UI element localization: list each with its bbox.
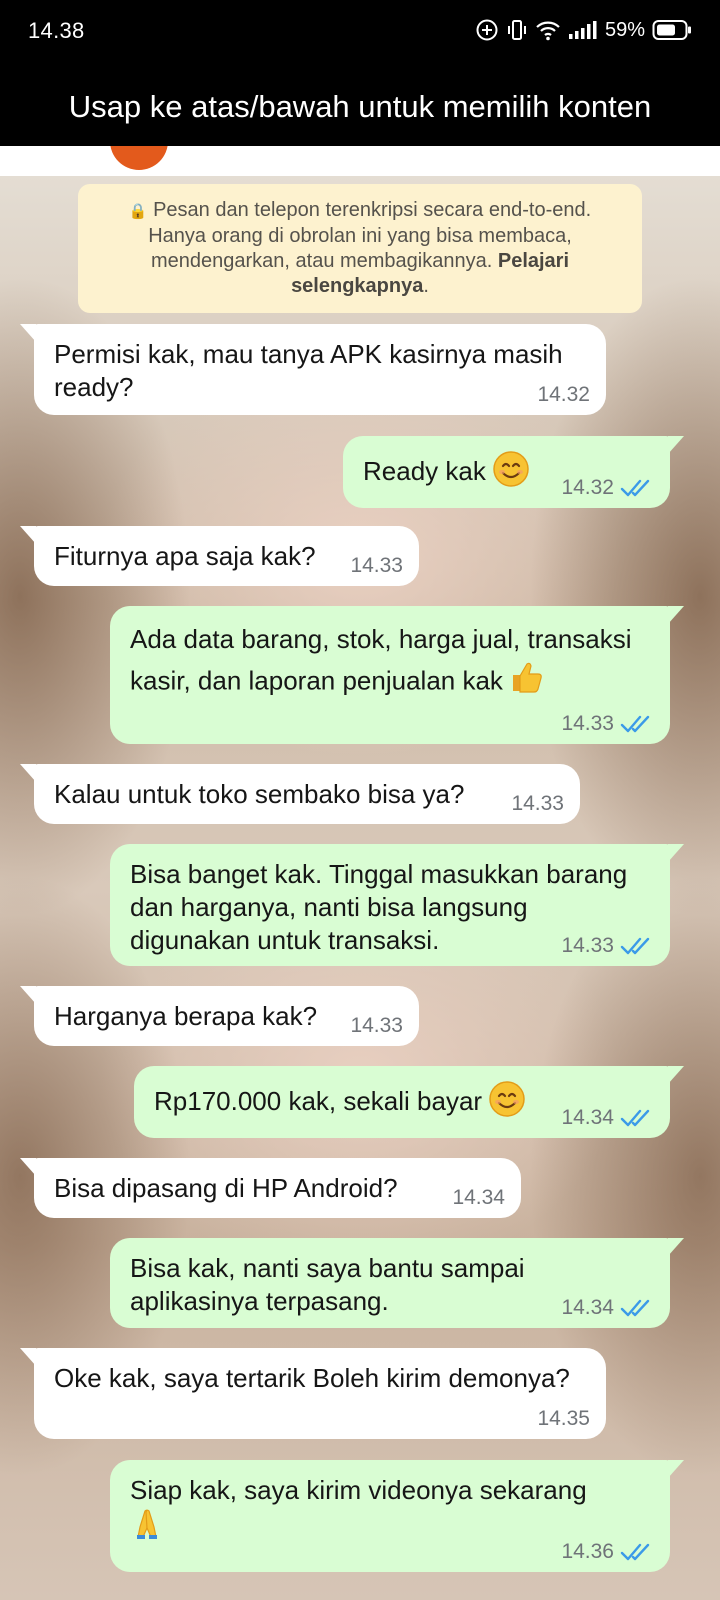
double-check-icon <box>620 715 650 733</box>
message-time: 14.34 <box>561 1106 614 1129</box>
message-meta: 14.34 <box>452 1186 505 1210</box>
smile-emoji-icon <box>488 1080 526 1126</box>
message-bubble-outgoing[interactable]: Ada data barang, stok, harga jual, trans… <box>110 606 684 744</box>
folded-hands-emoji-icon <box>130 1507 164 1549</box>
message-meta: 14.33 <box>350 554 403 578</box>
avatar[interactable] <box>110 146 168 170</box>
double-check-icon <box>620 1543 650 1561</box>
message-time: 14.33 <box>350 554 403 577</box>
message-meta: 14.36 <box>561 1540 654 1564</box>
message-text: Siap kak, saya kirim videonya sekarang <box>130 1475 587 1505</box>
message-time: 14.34 <box>452 1186 505 1209</box>
message-meta: 14.33 <box>561 934 654 958</box>
thumbs-up-emoji-icon <box>509 659 545 706</box>
status-time: 14.38 <box>28 18 85 43</box>
hint-text: Usap ke atas/bawah untuk memilih konten <box>68 89 652 124</box>
message-time: 14.36 <box>561 1540 614 1563</box>
message-bubble-incoming[interactable]: Harganya berapa kak? 14.33 <box>20 986 419 1046</box>
message-text: Harganya berapa kak? <box>54 1001 318 1031</box>
message-time: 14.33 <box>561 712 614 735</box>
add-circle-icon <box>475 18 499 42</box>
message-text: Bisa dipasang di HP Android? <box>54 1173 398 1203</box>
status-bar: 14.38 59% <box>0 0 720 68</box>
message-time: 14.33 <box>561 934 614 957</box>
message-bubble-incoming[interactable]: Fiturnya apa saja kak? 14.33 <box>20 526 419 586</box>
message-time: 14.33 <box>511 792 564 815</box>
vibrate-icon <box>506 18 528 42</box>
message-bubble-incoming[interactable]: Oke kak, saya tertarik Boleh kirim demon… <box>20 1348 606 1439</box>
message-bubble-outgoing[interactable]: Bisa kak, nanti saya bantu sampai aplika… <box>110 1238 684 1328</box>
message-bubble-outgoing[interactable]: Bisa banget kak. Tinggal masukkan barang… <box>110 844 684 966</box>
message-time: 14.35 <box>537 1407 590 1430</box>
message-meta: 14.32 <box>561 476 654 500</box>
double-check-icon <box>620 1109 650 1127</box>
signal-icon <box>568 20 598 40</box>
message-time: 14.32 <box>561 476 614 499</box>
encryption-notice[interactable]: 🔒 Pesan dan telepon terenkripsi secara e… <box>78 184 642 313</box>
battery-icon <box>652 19 692 41</box>
message-text: Fiturnya apa saja kak? <box>54 541 316 571</box>
message-meta: 14.34 <box>561 1106 654 1130</box>
battery-percent: 59% <box>604 18 645 41</box>
message-bubble-outgoing[interactable]: Ready kak 14.32 <box>343 436 684 508</box>
message-time: 14.32 <box>537 383 590 406</box>
hint-bar: Usap ke atas/bawah untuk memilih konten <box>0 68 720 146</box>
message-bubble-outgoing[interactable]: Siap kak, saya kirim videonya sekarang 1… <box>110 1460 684 1572</box>
chat-area[interactable]: 🔒 Pesan dan telepon terenkripsi secara e… <box>0 176 720 1600</box>
message-bubble-outgoing[interactable]: Rp170.000 kak, sekali bayar 14.34 <box>134 1066 684 1138</box>
double-check-icon <box>620 937 650 955</box>
wifi-icon <box>535 19 561 41</box>
status-icons: 59% <box>475 18 692 42</box>
double-check-icon <box>620 1299 650 1317</box>
message-text: Kalau untuk toko sembako bisa ya? <box>54 779 465 809</box>
chat-header-strip <box>0 146 720 176</box>
message-meta: 14.34 <box>561 1296 654 1320</box>
message-bubble-incoming[interactable]: Bisa dipasang di HP Android? 14.34 <box>20 1158 521 1218</box>
message-bubble-incoming[interactable]: Kalau untuk toko sembako bisa ya? 14.33 <box>20 764 580 824</box>
message-time: 14.34 <box>561 1296 614 1319</box>
message-text: Ada data barang, stok, harga jual, trans… <box>130 620 650 706</box>
message-text: Permisi kak, mau tanya APK kasirnya masi… <box>54 339 563 402</box>
lock-icon: 🔒 <box>128 203 148 220</box>
message-time: 14.33 <box>350 1014 403 1037</box>
message-meta: 14.35 <box>537 1407 590 1431</box>
message-bubble-incoming[interactable]: Permisi kak, mau tanya APK kasirnya masi… <box>20 324 606 415</box>
message-meta: 14.32 <box>537 383 590 407</box>
message-meta: 14.33 <box>511 792 564 816</box>
encryption-notice-suffix: . <box>423 275 429 297</box>
double-check-icon <box>620 479 650 497</box>
message-text: Oke kak, saya tertarik Boleh kirim demon… <box>54 1363 570 1393</box>
message-meta: 14.33 <box>350 1014 403 1038</box>
smile-emoji-icon <box>492 450 530 496</box>
message-meta: 14.33 <box>561 712 654 736</box>
